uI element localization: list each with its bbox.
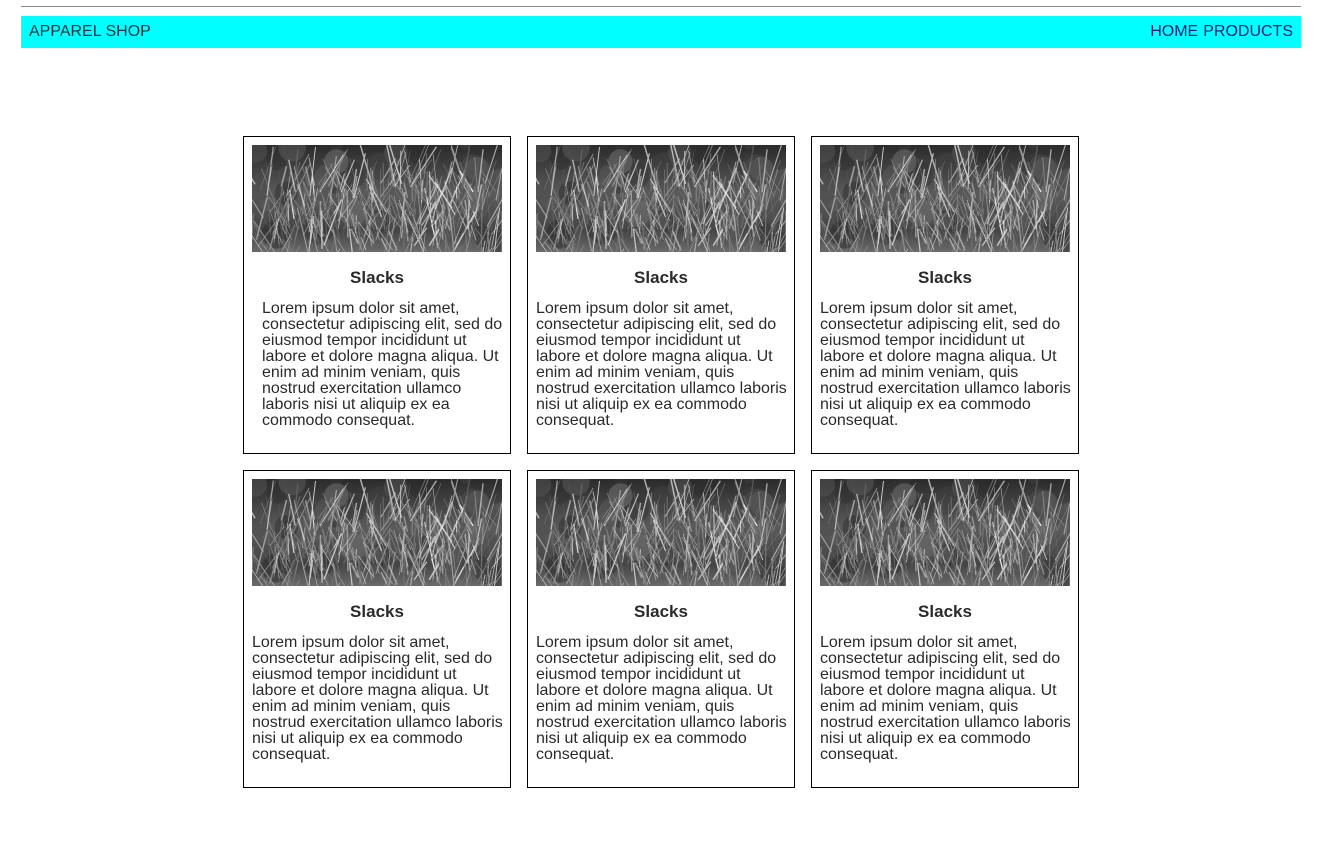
product-image	[820, 145, 1070, 252]
product-image	[252, 145, 502, 252]
product-description: Lorem ipsum dolor sit amet, consectetur …	[536, 300, 787, 429]
product-title: Slacks	[634, 602, 688, 621]
product-title: Slacks	[918, 602, 972, 621]
product-description: Lorem ipsum dolor sit amet, consectetur …	[820, 300, 1071, 429]
product-card[interactable]: Slacks Lorem ipsum dolor sit amet, conse…	[243, 470, 511, 788]
product-image	[252, 479, 502, 586]
product-card[interactable]: Slacks Lorem ipsum dolor sit amet, conse…	[811, 136, 1079, 454]
product-description: Lorem ipsum dolor sit amet, consectetur …	[262, 300, 503, 429]
brand-name[interactable]: APPAREL SHOP	[29, 23, 151, 41]
product-card[interactable]: Slacks Lorem ipsum dolor sit amet, conse…	[811, 470, 1079, 788]
product-image	[536, 145, 786, 252]
product-description: Lorem ipsum dolor sit amet, consectetur …	[820, 634, 1071, 763]
product-title: Slacks	[918, 268, 972, 287]
product-description: Lorem ipsum dolor sit amet, consectetur …	[252, 634, 503, 763]
product-card[interactable]: Slacks Lorem ipsum dolor sit amet, conse…	[527, 470, 795, 788]
product-title: Slacks	[350, 268, 404, 287]
product-card[interactable]: Slacks Lorem ipsum dolor sit amet, conse…	[243, 136, 511, 454]
product-description: Lorem ipsum dolor sit amet, consectetur …	[536, 634, 787, 763]
product-title: Slacks	[634, 268, 688, 287]
product-title: Slacks	[350, 602, 404, 621]
nav-link-products[interactable]: PRODUCTS	[1203, 23, 1293, 41]
navbar: APPAREL SHOP HOME PRODUCTS	[21, 16, 1301, 48]
product-image	[536, 479, 786, 586]
top-divider	[21, 6, 1301, 7]
nav-links: HOME PRODUCTS	[1150, 23, 1293, 41]
product-card[interactable]: Slacks Lorem ipsum dolor sit amet, conse…	[527, 136, 795, 454]
nav-link-home[interactable]: HOME	[1150, 23, 1198, 41]
product-image	[820, 479, 1070, 586]
